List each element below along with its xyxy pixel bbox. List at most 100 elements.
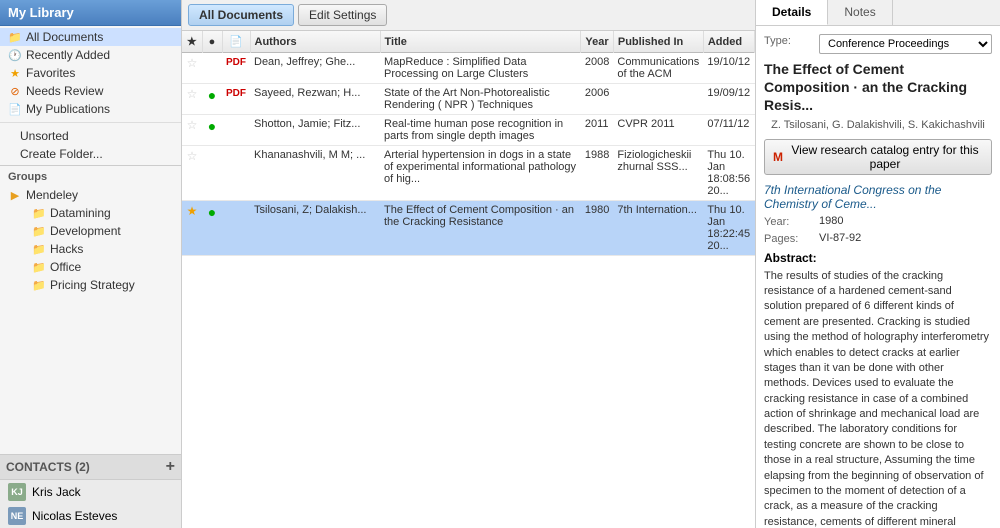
status-cell [202,53,222,84]
sidebar-item-my-publications-label: My Publications [26,102,177,116]
sidebar-item-my-publications[interactable]: 📄 My Publications [0,100,181,118]
pages-value: VI-87-92 [819,232,861,244]
catalog-btn-label: View research catalog entry for this pap… [787,143,983,171]
sidebar-item-all-docs-label: All Documents [26,30,177,44]
table-row[interactable]: ☆●PDFSayeed, Rezwan; H...State of the Ar… [182,84,755,115]
col-star-header[interactable]: ★ [182,31,202,53]
table-row[interactable]: ☆PDFDean, Jeffrey; Ghe...MapReduce : Sim… [182,53,755,84]
pages-label: Pages: [764,232,819,245]
sidebar-item-recently-added[interactable]: 🕐 Recently Added [0,46,181,64]
needs-review-icon: ⊘ [8,84,22,98]
col-published-in-header[interactable]: Published In [613,31,703,53]
added-cell: Thu 10. Jan 18:22:45 20... [703,201,754,256]
contact-kris-jack[interactable]: KJ Kris Jack [0,480,181,504]
star-icon[interactable]: ☆ [187,56,198,70]
type-row: Type: Conference ProceedingsJournal Arti… [764,34,992,54]
star-icon[interactable]: ☆ [187,118,198,132]
toolbar: All Documents Edit Settings [182,0,755,31]
star-icon[interactable]: ☆ [187,149,198,163]
sidebar-item-favorites-label: Favorites [26,66,177,80]
sidebar-item-mendeley-label: Mendeley [26,188,177,202]
added-cell: 19/09/12 [703,84,754,115]
type-select[interactable]: Conference ProceedingsJournal ArticleBoo… [819,34,992,54]
sidebar-item-pricing-strategy[interactable]: 📁 Pricing Strategy [0,276,181,294]
sidebar-item-datamining[interactable]: 📁 Datamining [0,204,181,222]
sidebar-item-mendeley[interactable]: ▶ Mendeley [0,186,181,204]
sidebar-title: My Library [0,0,181,26]
star-cell[interactable]: ☆ [182,146,202,201]
sidebar-item-favorites[interactable]: ★ Favorites [0,64,181,82]
sidebar-item-all-documents[interactable]: 📁 All Documents [0,28,181,46]
sidebar-item-needs-review-label: Needs Review [26,84,177,98]
paper-title: The Effect of Cement Composition · an th… [764,60,992,115]
star-cell[interactable]: ☆ [182,84,202,115]
status-cell: ● [202,84,222,115]
authors-cell: Dean, Jeffrey; Ghe... [250,53,380,84]
table-row[interactable]: ☆Khananashvili, M M; ...Arterial hyperte… [182,146,755,201]
authors-cell: Shotton, Jamie; Fitz... [250,115,380,146]
added-cell: 07/11/12 [703,115,754,146]
catalog-btn[interactable]: M View research catalog entry for this p… [764,139,992,175]
abstract-label: Abstract: [764,251,992,265]
groups-section: Groups ▶ Mendeley 📁 Datamining 📁 Develop… [0,165,181,294]
sidebar-item-office-label: Office [50,260,177,274]
contacts-add-button[interactable]: + [166,458,175,476]
sidebar-item-create-folder[interactable]: Create Folder... [0,145,181,163]
published-in-cell: 7th Internation... [613,201,703,256]
sidebar-item-development[interactable]: 📁 Development [0,222,181,240]
year-cell: 1980 [581,201,613,256]
year-row: Year: 1980 [764,215,992,228]
col-year-header[interactable]: Year [581,31,613,53]
sidebar-item-unsorted[interactable]: Unsorted [0,127,181,145]
star-cell[interactable]: ☆ [182,115,202,146]
published-in-cell: CVPR 2011 [613,115,703,146]
all-docs-icon: 📁 [8,30,22,44]
sidebar-item-hacks[interactable]: 📁 Hacks [0,240,181,258]
title-cell: Real-time human pose recognition in part… [380,115,581,146]
col-status-header[interactable]: ● [202,31,222,53]
published-in-cell [613,84,703,115]
col-file-header[interactable]: 📄 [222,31,250,53]
sidebar-item-pricing-strategy-label: Pricing Strategy [50,278,177,292]
mendeley-folder-icon: ▶ [8,188,22,202]
sidebar-item-office[interactable]: 📁 Office [0,258,181,276]
datamining-folder-icon: 📁 [32,206,46,220]
contact-nicolas-esteves-avatar: NE [8,507,26,525]
pdf-icon: PDF [226,57,246,68]
added-cell: 19/10/12 [703,53,754,84]
star-cell[interactable]: ★ [182,201,202,256]
development-folder-icon: 📁 [32,224,46,238]
edit-settings-button[interactable]: Edit Settings [298,4,387,26]
star-icon[interactable]: ★ [187,204,198,218]
type-label: Type: [764,34,819,47]
published-in-cell: Fiziologicheskii zhurnal SSS... [613,146,703,201]
tab-details[interactable]: Details [756,0,828,25]
all-documents-button[interactable]: All Documents [188,4,294,26]
table-row[interactable]: ★●Tsilosani, Z; Dalakish...The Effect of… [182,201,755,256]
panel-tabs: Details Notes [756,0,1000,26]
authors-cell: Tsilosani, Z; Dalakish... [250,201,380,256]
status-dot: ● [208,118,216,134]
table-row[interactable]: ☆ ● Shotton, Jamie; Fitz...Real-time human… [182,115,755,146]
title-cell: Arterial hypertension in dogs in a state… [380,146,581,201]
file-cell: PDF [222,53,250,84]
year-cell: 2011 [581,115,613,146]
star-cell[interactable]: ☆ [182,53,202,84]
star-icon[interactable]: ☆ [187,87,198,101]
sidebar-item-needs-review[interactable]: ⊘ Needs Review [0,82,181,100]
contacts-header: CONTACTS (2) + [0,455,181,480]
col-title-header[interactable]: Title [380,31,581,53]
year-cell: 1988 [581,146,613,201]
main-content: All Documents Edit Settings ★ ● 📄 Author… [182,0,755,528]
col-authors-header[interactable]: Authors [250,31,380,53]
status-cell: ● [202,201,222,256]
col-added-header[interactable]: Added [703,31,754,53]
proc-title-value: 7th International Congress on the Chemis… [764,183,992,211]
contact-nicolas-esteves[interactable]: NE Nicolas Esteves [0,504,181,528]
status-cell: ● [202,115,222,146]
documents-table: ★ ● 📄 Authors Title Year Published In Ad… [182,31,755,256]
tab-notes[interactable]: Notes [828,0,892,25]
details-panel: Details Notes Type: Conference Proceedin… [755,0,1000,528]
pages-row: Pages: VI-87-92 [764,232,992,245]
file-cell [222,146,250,201]
